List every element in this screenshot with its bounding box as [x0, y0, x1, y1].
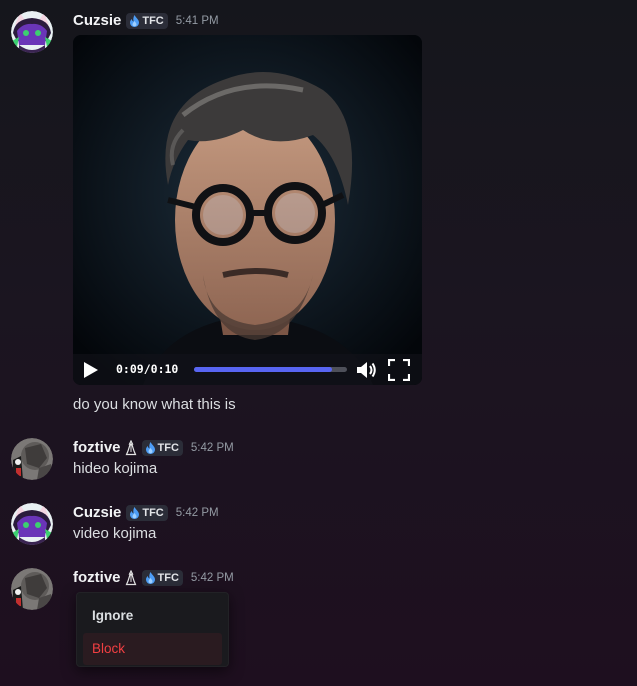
server-tag[interactable]: TFC [141, 570, 183, 586]
message-header: foztive TFC 5:42 PM [73, 568, 234, 588]
server-tag-label: TFC [157, 572, 179, 584]
video-attachment[interactable]: 0:09/0:10 [73, 35, 422, 385]
timestamp: 5:42 PM [190, 572, 234, 584]
timestamp: 5:42 PM [175, 507, 219, 519]
video-duration: 0:10 [150, 362, 179, 376]
timestamp: 5:42 PM [190, 442, 234, 454]
username[interactable]: Cuzsie [73, 503, 121, 523]
timestamp: 5:41 PM [175, 15, 219, 27]
foztive-avatar-image [11, 438, 53, 480]
message-text: video kojima [73, 525, 157, 542]
server-tag[interactable]: TFC [126, 505, 168, 521]
fire-icon [130, 507, 140, 519]
cuzsie-avatar-image [11, 503, 53, 545]
play-icon[interactable] [83, 361, 99, 379]
message-text: do you know what this is [73, 396, 236, 413]
fire-icon [145, 572, 155, 584]
server-tag-label: TFC [142, 507, 164, 519]
username[interactable]: foztive [73, 568, 121, 588]
menu-item-ignore[interactable]: Ignore [83, 600, 222, 632]
chess-bishop-icon [125, 440, 136, 456]
message-header: Cuzsie TFC 5:41 PM [73, 11, 219, 31]
chess-bishop-icon [125, 570, 136, 586]
video-time-separator: / [143, 362, 151, 376]
fire-icon [130, 15, 140, 27]
menu-item-block[interactable]: Block [83, 633, 222, 665]
volume-icon[interactable] [356, 360, 378, 380]
server-tag-label: TFC [142, 15, 164, 27]
fire-icon [145, 442, 155, 454]
avatar-foztive[interactable] [11, 568, 53, 610]
server-tag[interactable]: TFC [141, 440, 183, 456]
context-menu: Ignore Block [76, 592, 229, 667]
video-time-readout: 0:09/0:10 [116, 362, 178, 376]
video-progress-fill [194, 367, 332, 372]
video-frame-portrait [73, 35, 422, 385]
server-tag-label: TFC [157, 442, 179, 454]
video-progress-bar[interactable] [194, 367, 347, 372]
video-controls: 0:09/0:10 [73, 354, 422, 385]
message-text: hideo kojima [73, 460, 158, 477]
foztive-avatar-image [11, 568, 53, 610]
username[interactable]: Cuzsie [73, 11, 121, 31]
fullscreen-icon[interactable] [388, 359, 410, 381]
avatar-foztive[interactable] [11, 438, 53, 480]
message-header: Cuzsie TFC 5:42 PM [73, 503, 219, 523]
server-tag[interactable]: TFC [126, 13, 168, 29]
avatar-cuzsie[interactable] [11, 11, 53, 53]
username[interactable]: foztive [73, 438, 121, 458]
video-current-time: 0:09 [116, 362, 144, 376]
avatar-cuzsie[interactable] [11, 503, 53, 545]
cuzsie-avatar-image [11, 11, 53, 53]
message-header: foztive TFC 5:42 PM [73, 438, 234, 458]
